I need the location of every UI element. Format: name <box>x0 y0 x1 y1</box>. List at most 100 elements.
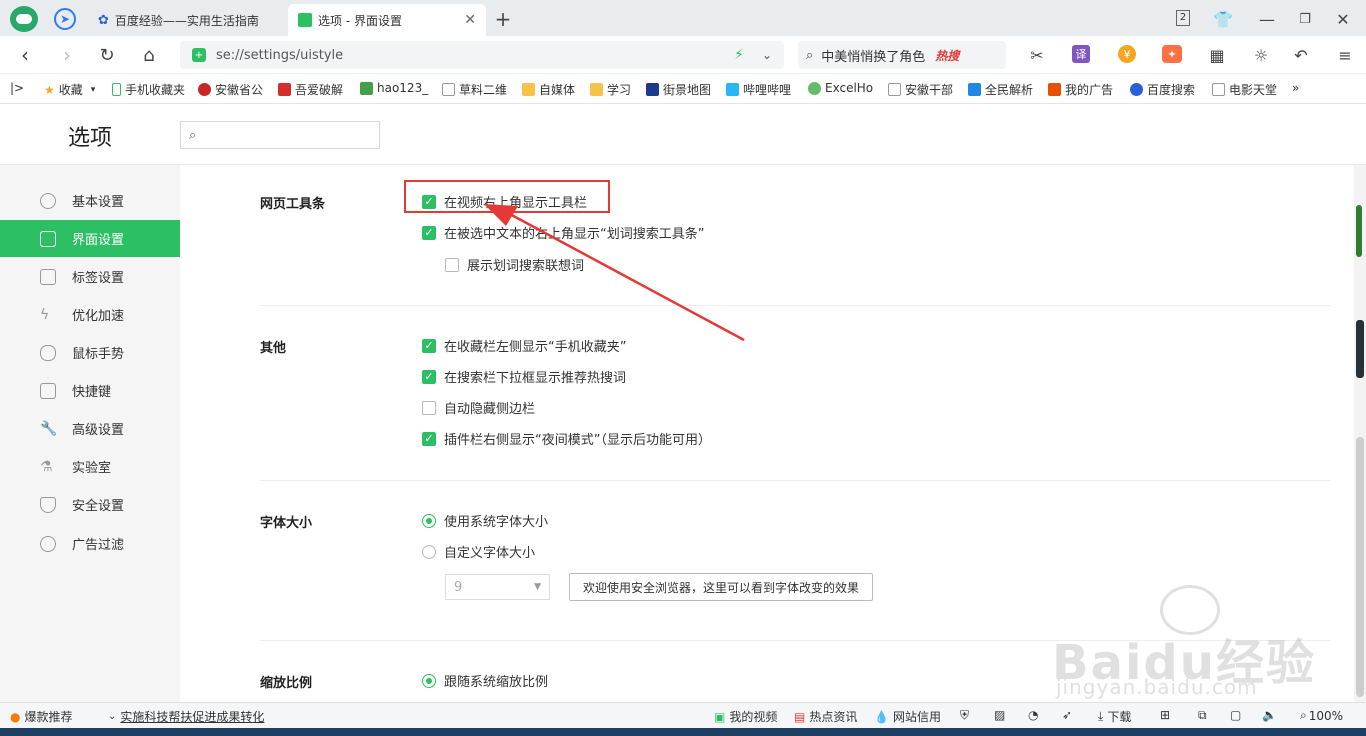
video-icon: ▣ <box>714 709 726 724</box>
scrollbar-thumb[interactable] <box>1356 437 1364 697</box>
checkbox-checked-icon[interactable]: ✓ <box>422 369 436 384</box>
checkbox-unchecked-icon[interactable] <box>422 400 436 415</box>
speed-icon[interactable]: ◔ <box>1028 708 1038 722</box>
sidebar-item-basic[interactable]: 基本设置 <box>0 182 180 219</box>
search-bar-text: 中美悄悄换了角色 <box>821 49 926 65</box>
maximize-button[interactable]: ❐ <box>1294 8 1316 30</box>
tab-baidu-jingyan[interactable]: ✿ 百度经验——实用生活指南 <box>88 4 278 36</box>
checkbox-checked-icon[interactable]: ✓ <box>422 431 436 446</box>
bookmark-item[interactable]: 学习 <box>590 81 631 98</box>
lightning-icon[interactable]: ⚡ <box>734 47 744 63</box>
bookmark-item[interactable]: 百度搜索 <box>1130 81 1195 98</box>
option-custom-font[interactable]: 自定义字体大小 <box>422 542 535 561</box>
close-tab-icon[interactable]: ✕ <box>464 12 476 28</box>
tab-counter[interactable]: 2 <box>1176 10 1190 26</box>
option-hide-sidebar[interactable]: 自动隐藏侧边栏 <box>422 398 535 417</box>
more-bookmarks-icon[interactable]: » <box>1292 81 1299 95</box>
sidebar-item-shortcuts[interactable]: 快捷键 <box>0 372 180 409</box>
search-icon: ⌕ <box>806 47 814 63</box>
hot-search-badge: 热搜 <box>935 48 960 63</box>
bookmark-item[interactable]: 手机收藏夹 <box>112 81 185 98</box>
close-window-button[interactable]: ✕ <box>1332 8 1354 30</box>
bookmark-item[interactable]: 我的广告 <box>1048 81 1113 98</box>
reload-button[interactable]: ↻ <box>96 44 118 66</box>
bookmark-item[interactable]: 吾爱破解 <box>278 81 343 98</box>
sidebar-item-adblock[interactable]: 广告过滤 <box>0 525 180 562</box>
rocket-icon[interactable]: ➶ <box>1062 708 1072 722</box>
bookmark-item[interactable]: 安徽省公 <box>198 81 263 98</box>
scissors-icon[interactable]: ✂ <box>1026 44 1048 66</box>
forward-button[interactable]: › <box>56 43 78 67</box>
undo-icon[interactable]: ↶ <box>1290 44 1312 66</box>
address-text[interactable]: se://settings/uistyle <box>216 48 343 63</box>
bookmark-item[interactable]: ExcelHo <box>808 81 873 95</box>
back-button[interactable]: ‹ <box>14 43 36 67</box>
menu-icon[interactable]: ≡ <box>1334 44 1356 66</box>
search-bar[interactable]: ⌕ 中美悄悄换了角色 热搜 <box>798 41 1006 69</box>
bookmark-item[interactable]: 哔哩哔哩 <box>726 81 791 98</box>
sidebar-toggle-icon[interactable]: |> <box>10 81 24 95</box>
hot-news-button[interactable]: ▤ 热点资讯 <box>794 708 857 725</box>
image-icon[interactable]: ▨ <box>994 708 1005 722</box>
bookmark-item[interactable]: 全民解析 <box>968 81 1033 98</box>
bookmark-item[interactable]: 电影天堂 <box>1212 81 1277 98</box>
news-headline-link[interactable]: ⌄ 实施科技帮扶促进成果转化 <box>108 708 264 725</box>
settings-content: 网页工具条 ✓ 在视频右上角显示工具栏 ✓ 在被选中文本的右上角显示“划词搜索工具条… <box>180 165 1354 702</box>
font-size-select[interactable]: 9 ▼ <box>445 574 550 600</box>
sidebar-item-advanced[interactable]: 🔧 高级设置 <box>0 410 180 447</box>
section-divider <box>260 305 1330 306</box>
tab-settings[interactable]: 选项 - 界面设置 ✕ <box>288 4 486 36</box>
bookmark-bar: |> ★ 收藏 ▾ 手机收藏夹 安徽省公 吾爱破解 hao123_ 草料二维 自媒体… <box>0 74 1366 104</box>
chevron-down-icon[interactable]: ⌄ <box>762 48 772 62</box>
translate-icon[interactable]: 译 <box>1072 45 1090 63</box>
tab-bar: ➤ ✿ 百度经验——实用生活指南 选项 - 界面设置 ✕ + 2 👕 — ❐ ✕ <box>0 0 1366 36</box>
sidebar-item-optimize[interactable]: ϟ 优化加速 <box>0 296 180 333</box>
bookmark-item[interactable]: 自媒体 <box>522 81 575 98</box>
download-button[interactable]: ⤓ 下载 <box>1098 708 1131 725</box>
coin-icon[interactable]: ¥ <box>1118 45 1136 63</box>
bookmark-item[interactable]: 安徽干部 <box>888 81 953 98</box>
radio-selected-icon[interactable] <box>422 513 436 528</box>
site-credit-button[interactable]: 💧 网站信用 <box>874 708 941 725</box>
sidebar-item-tabs[interactable]: 标签设置 <box>0 258 180 295</box>
option-hot-search[interactable]: ✓ 在搜索栏下拉框显示推荐热搜词 <box>422 367 626 386</box>
home-button[interactable]: ⌂ <box>138 44 160 66</box>
checkbox-unchecked-icon[interactable] <box>445 257 459 272</box>
volume-icon[interactable]: 🔈 <box>1262 708 1277 722</box>
hot-recommend-link[interactable]: ● 爆款推荐 <box>10 708 73 725</box>
radio-unselected-icon[interactable] <box>422 544 436 559</box>
option-system-font[interactable]: 使用系统字体大小 <box>422 511 548 530</box>
bookmark-item[interactable]: ★ 收藏 ▾ <box>44 81 95 98</box>
browser-logo[interactable] <box>10 6 38 32</box>
navigate-icon[interactable]: ➤ <box>54 8 76 30</box>
layout-icon[interactable]: ⊞ <box>1160 708 1170 722</box>
window-icon[interactable]: ▢ <box>1230 708 1241 722</box>
radio-selected-icon[interactable] <box>422 673 436 688</box>
checkbox-checked-icon[interactable]: ✓ <box>422 338 436 353</box>
minimize-button[interactable]: — <box>1256 8 1278 30</box>
address-bar[interactable]: + se://settings/uistyle ⚡ ⌄ <box>180 41 784 69</box>
copy-icon[interactable]: ⧉ <box>1198 708 1207 723</box>
sidebar-item-security[interactable]: 安全设置 <box>0 486 180 523</box>
chevron-down-icon: ⌄ <box>108 711 117 722</box>
sidebar-item-interface[interactable]: 界面设置 <box>0 220 180 257</box>
bookmark-item[interactable]: 街景地图 <box>646 81 711 98</box>
zoom-level[interactable]: ⌕ 100% <box>1300 708 1343 723</box>
option-night-mode[interactable]: ✓ 插件栏右侧显示“夜间模式”（显示后功能可用） <box>422 429 711 448</box>
skin-icon[interactable]: 👕 <box>1212 8 1234 30</box>
sidebar-item-mouse[interactable]: 鼠标手势 <box>0 334 180 371</box>
checkbox-checked-icon[interactable]: ✓ <box>422 225 436 240</box>
grid-apps-icon[interactable]: ▦ <box>1206 44 1228 66</box>
brightness-icon[interactable]: ☼ <box>1250 44 1272 66</box>
download-icon: ⤓ <box>1098 709 1104 723</box>
settings-search-input[interactable]: ⌕ <box>180 121 380 149</box>
option-follow-system-zoom[interactable]: 跟随系统缩放比例 <box>422 671 548 690</box>
game-icon[interactable]: ✦ <box>1162 45 1182 63</box>
bookmark-item[interactable]: 草料二维 <box>442 81 507 98</box>
sidebar-item-lab[interactable]: ⚗ 实验室 <box>0 448 180 485</box>
new-tab-button[interactable]: + <box>492 7 514 31</box>
shield-icon[interactable]: ⛨ <box>960 708 969 723</box>
annotation-arrow <box>484 204 745 342</box>
my-video-button[interactable]: ▣ 我的视频 <box>714 708 777 725</box>
bookmark-item[interactable]: hao123_ <box>360 81 428 95</box>
